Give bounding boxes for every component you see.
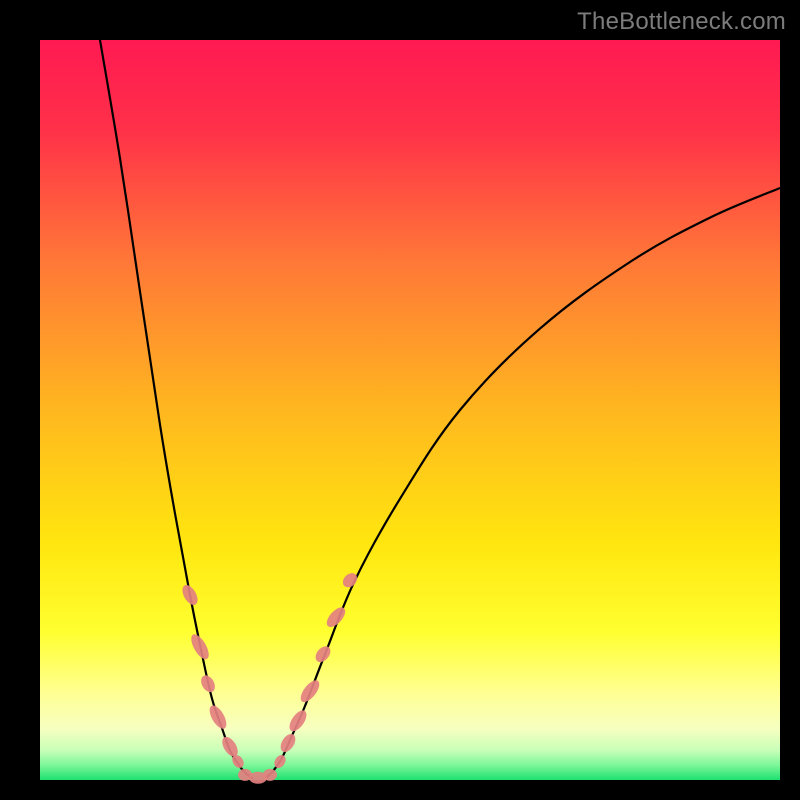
curve-right-curve [265, 188, 780, 779]
data-marker [188, 632, 212, 662]
data-marker [198, 673, 217, 695]
watermark-text: TheBottleneck.com [577, 8, 786, 36]
data-marker [206, 703, 229, 732]
data-marker [297, 677, 322, 705]
chart-frame: TheBottleneck.com [0, 0, 800, 800]
data-marker [278, 731, 299, 754]
data-marker [340, 570, 360, 590]
curve-layer [40, 40, 780, 780]
curve-left-curve [100, 40, 253, 779]
data-marker [263, 769, 277, 781]
data-marker [179, 582, 200, 607]
data-marker [272, 753, 288, 770]
data-marker [286, 708, 310, 735]
